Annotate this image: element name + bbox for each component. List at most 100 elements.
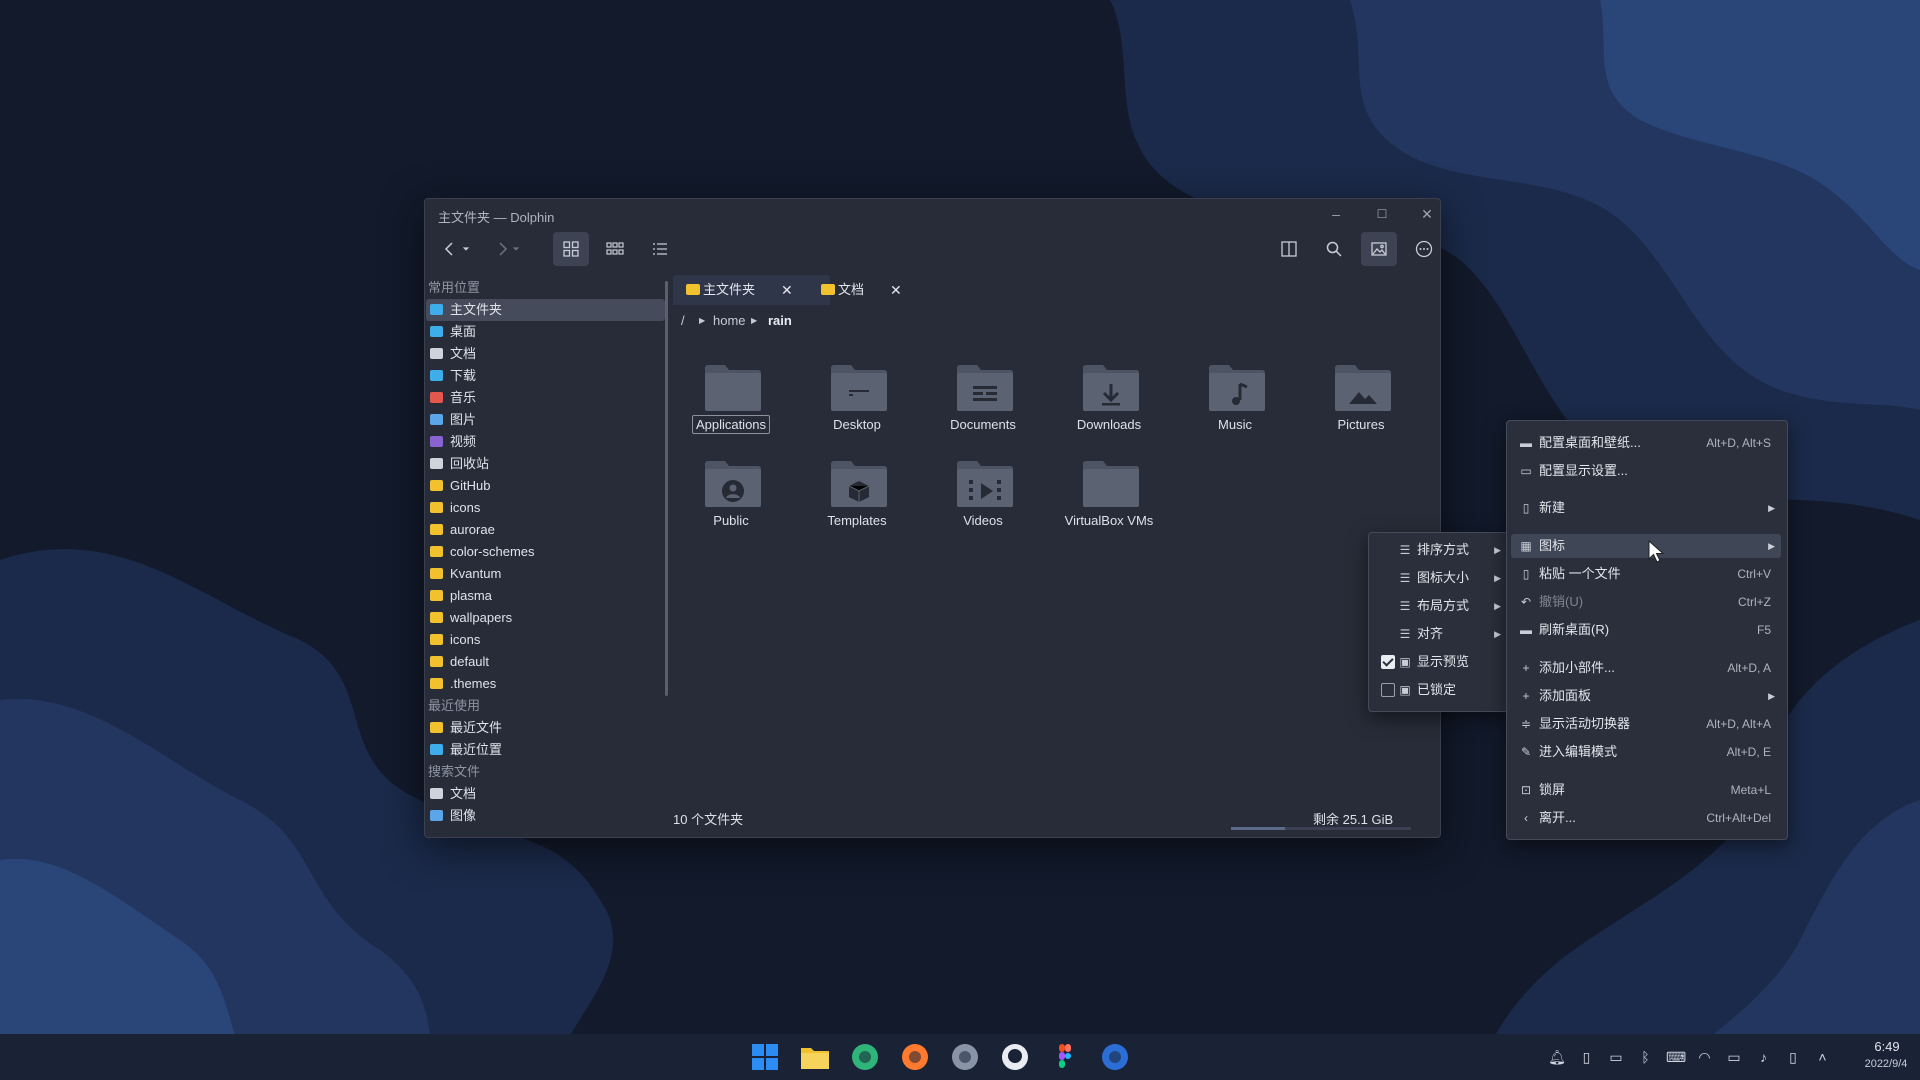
- compact-view-button[interactable]: [597, 232, 633, 266]
- places-item[interactable]: 最近文件: [426, 717, 667, 739]
- icons-submenu-item[interactable]: ☰ 布局方式 ▶: [1373, 594, 1507, 618]
- firefox-icon[interactable]: [899, 1041, 931, 1073]
- search-button[interactable]: [1316, 232, 1352, 266]
- desktop-menu-item[interactable]: ▬ 配置桌面和壁纸... Alt+D, Alt+S: [1511, 431, 1781, 455]
- volume-icon[interactable]: ♪: [1755, 1048, 1773, 1066]
- bluetooth-icon[interactable]: ᛒ: [1637, 1048, 1655, 1066]
- folder-icon: [430, 480, 443, 491]
- close-button[interactable]: ✕: [1416, 203, 1438, 225]
- folder-item[interactable]: Downloads: [1054, 362, 1164, 442]
- clipboard-icon[interactable]: ▯: [1578, 1048, 1596, 1066]
- desktop-menu-item[interactable]: ✎ 进入编辑模式 Alt+D, E: [1511, 740, 1781, 764]
- desktop-menu-item[interactable]: ‹ 离开... Ctrl+Alt+Del: [1511, 806, 1781, 830]
- forward-history-dropdown[interactable]: [509, 232, 523, 266]
- maximize-button[interactable]: ☐: [1371, 203, 1393, 225]
- store-icon[interactable]: [1099, 1041, 1131, 1073]
- folder-item[interactable]: VirtualBox VMs: [1054, 458, 1164, 538]
- checkbox[interactable]: [1381, 683, 1395, 697]
- preview-toggle-button[interactable]: [1361, 232, 1397, 266]
- places-item-label: wallpapers: [450, 610, 513, 625]
- back-button[interactable]: [439, 232, 461, 266]
- desktop-menu-item[interactable]: ▯ 新建 ▶: [1511, 496, 1781, 520]
- places-item[interactable]: GitHub: [426, 475, 667, 497]
- places-item[interactable]: 音乐: [426, 387, 667, 409]
- tab-home[interactable]: 主文件夹 ✕: [673, 275, 830, 305]
- clock-date[interactable]: 2022/9/4: [1855, 1058, 1917, 1070]
- places-item[interactable]: aurorae: [426, 519, 667, 541]
- places-item[interactable]: wallpapers: [426, 607, 667, 629]
- title-bar[interactable]: 主文件夹 — Dolphin – ☐ ✕: [425, 199, 1440, 229]
- desktop-menu-item[interactable]: ▭ 配置显示设置...: [1511, 459, 1781, 483]
- icons-submenu-item[interactable]: ▣ 显示预览: [1373, 650, 1507, 674]
- places-item[interactable]: default: [426, 651, 667, 673]
- split-view-button[interactable]: [1271, 232, 1307, 266]
- desktop-menu-item: ↶ 撤销(U) Ctrl+Z: [1511, 590, 1781, 614]
- places-item[interactable]: Kvantum: [426, 563, 667, 585]
- places-item[interactable]: 图像: [426, 805, 667, 827]
- details-view-button[interactable]: [642, 232, 678, 266]
- menu-button[interactable]: [1406, 232, 1440, 266]
- places-item[interactable]: icons: [426, 497, 667, 519]
- network-icon[interactable]: ▭: [1725, 1048, 1743, 1066]
- folder-item[interactable]: Templates: [802, 458, 912, 538]
- minimize-button[interactable]: –: [1325, 203, 1347, 225]
- folder-item[interactable]: Videos: [928, 458, 1038, 538]
- notification-icon[interactable]: 🔔︎: [1548, 1048, 1566, 1066]
- desktop-menu-item[interactable]: ⊡ 锁屏 Meta+L: [1511, 778, 1781, 802]
- icons-submenu-item[interactable]: ▣ 已锁定: [1373, 678, 1507, 702]
- github-icon[interactable]: [999, 1041, 1031, 1073]
- keyboard-icon[interactable]: ⌨: [1666, 1048, 1686, 1066]
- breadcrumb-root[interactable]: /: [681, 311, 685, 331]
- places-item[interactable]: .themes: [426, 673, 667, 695]
- places-item[interactable]: 文档: [426, 343, 667, 365]
- figma-icon[interactable]: [1049, 1041, 1081, 1073]
- icons-submenu-item[interactable]: ☰ 排序方式 ▶: [1373, 538, 1507, 562]
- folder-item[interactable]: Applications: [676, 362, 786, 442]
- breadcrumb-current[interactable]: rain: [768, 311, 792, 331]
- folder-item[interactable]: Documents: [928, 362, 1038, 442]
- folder-item[interactable]: Music: [1180, 362, 1290, 442]
- phone-icon[interactable]: ▯: [1784, 1048, 1802, 1066]
- expand-tray-icon[interactable]: ˄: [1814, 1048, 1832, 1066]
- wifi-icon[interactable]: ◠: [1696, 1048, 1714, 1066]
- places-item[interactable]: 回收站: [426, 453, 667, 475]
- start-menu-icon[interactable]: [749, 1041, 781, 1073]
- battery-charging-icon[interactable]: ▭: [1607, 1048, 1625, 1066]
- desktop-menu-item[interactable]: ≑ 显示活动切换器 Alt+D, Alt+A: [1511, 712, 1781, 736]
- desktop-menu-item[interactable]: ▬ 刷新桌面(R) F5: [1511, 618, 1781, 642]
- places-item[interactable]: 下载: [426, 365, 667, 387]
- icons-submenu-item[interactable]: ☰ 对齐 ▶: [1373, 622, 1507, 646]
- folder-item[interactable]: Desktop: [802, 362, 912, 442]
- places-item[interactable]: 桌面: [426, 321, 667, 343]
- clock-time[interactable]: 6:49: [1862, 1039, 1912, 1054]
- back-history-dropdown[interactable]: [459, 232, 473, 266]
- file-manager-icon[interactable]: [799, 1041, 831, 1073]
- desktop-menu-item[interactable]: + 添加小部件... Alt+D, A: [1511, 656, 1781, 680]
- places-item[interactable]: 最近位置: [426, 739, 667, 761]
- tab-close-icon[interactable]: ✕: [781, 275, 793, 305]
- tab-bar: 主文件夹 ✕ 文档 ✕: [673, 275, 1440, 305]
- edge-dev-icon[interactable]: [849, 1041, 881, 1073]
- places-scrollbar[interactable]: [665, 281, 668, 696]
- folder-icon: [430, 656, 443, 667]
- places-item[interactable]: icons: [426, 629, 667, 651]
- folder-item[interactable]: Public: [676, 458, 786, 538]
- places-item[interactable]: plasma: [426, 585, 667, 607]
- tab-documents[interactable]: 文档 ✕: [808, 275, 928, 305]
- icons-view-button[interactable]: [553, 232, 589, 266]
- tab-close-icon[interactable]: ✕: [890, 275, 902, 305]
- places-item[interactable]: 图片: [426, 409, 667, 431]
- places-item[interactable]: 视频: [426, 431, 667, 453]
- breadcrumb-home[interactable]: home: [713, 311, 746, 331]
- icons-submenu-item[interactable]: ☰ 图标大小 ▶: [1373, 566, 1507, 590]
- folder-item[interactable]: Pictures: [1306, 362, 1416, 442]
- desktop-menu-item[interactable]: ▯ 粘贴 一个文件 Ctrl+V: [1511, 562, 1781, 586]
- places-item[interactable]: 文档: [426, 783, 667, 805]
- places-item[interactable]: color-schemes: [426, 541, 667, 563]
- desktop-menu-item[interactable]: + 添加面板 ▶: [1511, 684, 1781, 708]
- settings-icon[interactable]: [949, 1041, 981, 1073]
- desktop-menu-item[interactable]: ▦ 图标 ▶: [1511, 534, 1781, 558]
- checkbox[interactable]: [1381, 655, 1395, 669]
- lock-icon: ▣: [1399, 683, 1411, 697]
- places-item[interactable]: 主文件夹: [426, 299, 665, 321]
